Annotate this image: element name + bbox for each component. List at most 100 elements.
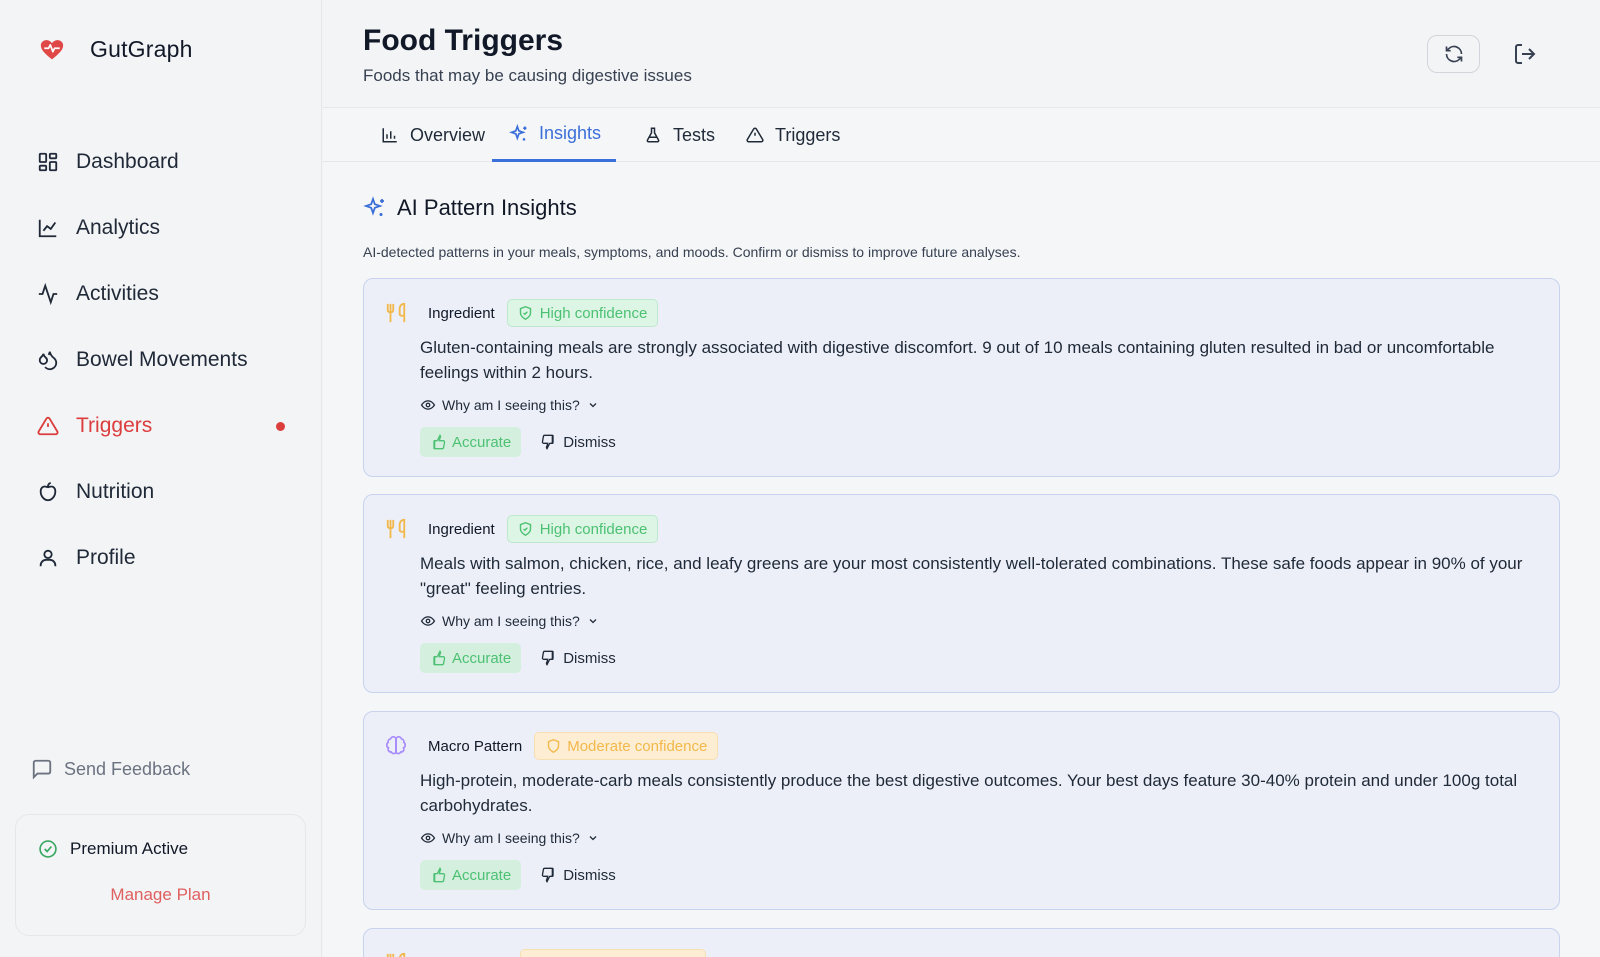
- why-seeing-this-toggle[interactable]: Why am I seeing this?: [420, 613, 600, 629]
- thumbs-down-icon: [541, 867, 557, 883]
- chevron-down-icon: [586, 614, 600, 628]
- sidebar-item-label: Profile: [76, 546, 136, 569]
- sidebar-item-label: Triggers: [76, 414, 153, 437]
- brand[interactable]: GutGraph: [40, 36, 193, 63]
- confidence-badge: [520, 949, 706, 957]
- premium-card: Premium Active Manage Plan: [15, 814, 306, 936]
- tab-overview[interactable]: Overview: [378, 108, 485, 162]
- why-seeing-this-toggle[interactable]: Why am I seeing this?: [420, 397, 600, 413]
- section-title-text: AI Pattern Insights: [397, 195, 577, 220]
- insight-category: Macro Pattern: [428, 737, 523, 755]
- check-circle-icon: [36, 837, 60, 861]
- sidebar-item-triggers[interactable]: Triggers: [0, 393, 322, 459]
- why-label: Why am I seeing this?: [442, 830, 580, 846]
- section-description: AI-detected patterns in your meals, symp…: [363, 244, 1021, 260]
- tab-insights[interactable]: Insights: [492, 108, 617, 162]
- dismiss-button[interactable]: Dismiss: [541, 427, 616, 457]
- sidebar-item-label: Bowel Movements: [76, 348, 248, 371]
- insight-card-header: Ingredient High confidence: [384, 299, 659, 327]
- sidebar-item-dashboard[interactable]: Dashboard: [0, 129, 322, 195]
- insight-category: Ingredient: [428, 304, 495, 322]
- refresh-icon: [1442, 42, 1466, 66]
- dismiss-label: Dismiss: [563, 433, 616, 451]
- sidebar-item-activities[interactable]: Activities: [0, 261, 322, 327]
- accurate-label: Accurate: [452, 649, 512, 667]
- tab-triggers[interactable]: Triggers: [743, 108, 840, 162]
- dismiss-button[interactable]: Dismiss: [541, 643, 616, 673]
- dismiss-button[interactable]: Dismiss: [541, 860, 616, 890]
- eye-icon: [420, 613, 436, 629]
- insight-card: Macro Pattern Moderate confidence High-p…: [363, 711, 1560, 910]
- flask-icon: [641, 123, 665, 147]
- logout-button[interactable]: [1506, 36, 1544, 72]
- app-name: GutGraph: [90, 36, 193, 62]
- dismiss-label: Dismiss: [563, 649, 616, 667]
- accurate-label: Accurate: [452, 866, 512, 884]
- sidebar-item-analytics[interactable]: Analytics: [0, 195, 322, 261]
- thumbs-up-icon: [430, 434, 446, 450]
- manage-plan-link[interactable]: Manage Plan: [16, 885, 305, 905]
- confidence-label: High confidence: [539, 304, 648, 322]
- insight-category: Ingredient: [428, 520, 495, 538]
- sidebar-item-label: Analytics: [76, 216, 161, 239]
- sidebar-item-label: Nutrition: [76, 480, 155, 503]
- alert-triangle-icon: [36, 414, 60, 438]
- why-seeing-this-toggle[interactable]: Why am I seeing this?: [420, 830, 600, 846]
- accurate-button[interactable]: Accurate: [420, 643, 522, 673]
- accurate-button[interactable]: Accurate: [420, 427, 522, 457]
- accurate-button[interactable]: Accurate: [420, 860, 522, 890]
- insight-text: Meals with salmon, chicken, rice, and le…: [420, 554, 1523, 598]
- confidence-label: Moderate confidence: [567, 737, 708, 755]
- confidence-label: High confidence: [539, 520, 648, 538]
- sidebar-item-bowel-movements[interactable]: Bowel Movements: [0, 327, 322, 393]
- sidebar-item-profile[interactable]: Profile: [0, 525, 322, 591]
- insight-text: High-protein, moderate-carb meals consis…: [420, 771, 1518, 815]
- insight-card: Ingredient High confidence Meals with sa…: [363, 494, 1560, 693]
- user-icon: [36, 546, 60, 570]
- page-title: Food Triggers: [363, 24, 564, 57]
- sidebar: GutGraph Dashboard Analytics Activities …: [0, 0, 322, 957]
- premium-status-label: Premium Active: [70, 839, 189, 858]
- log-out-icon: [1513, 42, 1537, 66]
- tab-label: Triggers: [775, 124, 841, 145]
- section-title: AI Pattern Insights: [363, 195, 577, 221]
- message-square-icon: [30, 757, 54, 781]
- insight-text: Gluten-containing meals are strongly ass…: [420, 338, 1495, 382]
- insight-actions: Accurate Dismiss: [420, 860, 616, 890]
- shield-check-icon: [518, 305, 534, 321]
- confidence-badge: High confidence: [506, 515, 659, 543]
- activity-icon: [36, 282, 60, 306]
- insight-card-header: Macro Pattern Moderate confidence: [384, 732, 719, 760]
- utensils-icon: [384, 951, 408, 957]
- line-chart-icon: [36, 216, 60, 240]
- alert-triangle-icon: [743, 123, 767, 147]
- insight-card-header: Ingredient High confidence: [384, 515, 659, 543]
- eye-icon: [420, 397, 436, 413]
- send-feedback-button[interactable]: Send Feedback: [30, 757, 190, 781]
- thumbs-up-icon: [430, 650, 446, 666]
- notification-dot: [276, 422, 285, 431]
- brain-icon: [384, 734, 408, 758]
- thumbs-down-icon: [541, 434, 557, 450]
- accurate-label: Accurate: [452, 433, 512, 451]
- page-header: Food Triggers Foods that may be causing …: [323, 0, 1600, 108]
- sidebar-item-nutrition[interactable]: Nutrition: [0, 459, 322, 525]
- insight-actions: Accurate Dismiss: [420, 427, 616, 457]
- utensils-icon: [384, 517, 408, 541]
- shield-check-icon: [518, 521, 534, 537]
- chevron-down-icon: [586, 831, 600, 845]
- tab-label: Tests: [673, 124, 716, 145]
- sidebar-item-label: Dashboard: [76, 150, 179, 173]
- refresh-button[interactable]: [1427, 35, 1480, 73]
- utensils-icon: [384, 301, 408, 325]
- tab-tests[interactable]: Tests: [641, 108, 715, 162]
- sidebar-item-label: Activities: [76, 282, 159, 305]
- apple-icon: [36, 480, 60, 504]
- insight-card-header: [384, 949, 706, 957]
- why-label: Why am I seeing this?: [442, 613, 580, 629]
- main-content[interactable]: AI Pattern Insights AI-detected patterns…: [323, 162, 1600, 957]
- shield-icon: [545, 738, 561, 754]
- insight-actions: Accurate Dismiss: [420, 643, 616, 673]
- thumbs-down-icon: [541, 650, 557, 666]
- sparkles-icon: [363, 196, 387, 220]
